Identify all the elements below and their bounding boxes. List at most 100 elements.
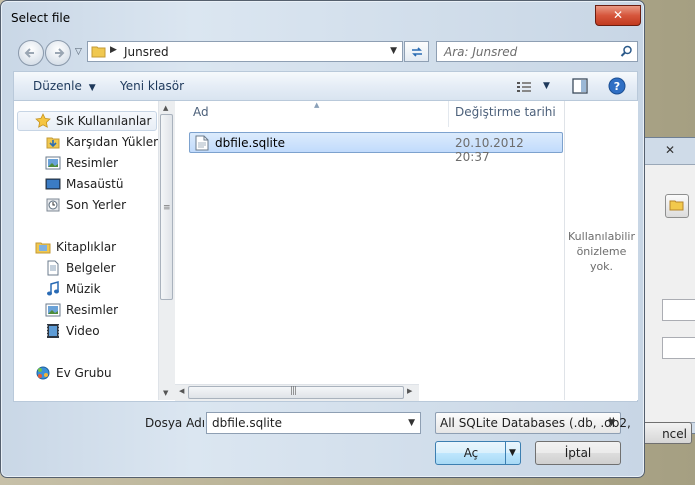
homegroup-icon	[36, 366, 50, 380]
browse-folder-button[interactable]	[665, 194, 689, 218]
address-bar[interactable]: ▶ Junsred ▼	[87, 41, 403, 62]
close-icon: ✕	[612, 8, 624, 22]
sidebar-item-label: Sık Kullanılanlar	[56, 114, 152, 128]
video-icon	[47, 324, 59, 338]
browser-content: Sık Kullanılanlar Karşıdan Yüklem Resiml…	[13, 101, 638, 402]
filename-value[interactable]: dbfile.sqlite	[212, 416, 282, 430]
sidebar-item-homegroup[interactable]: Ev Grubu	[14, 363, 159, 383]
sidebar-item-label: Müzik	[66, 282, 101, 296]
open-button[interactable]: Aç ▼	[435, 441, 521, 465]
view-options-icon[interactable]	[517, 81, 531, 93]
sidebar-item-video[interactable]: Video	[14, 321, 159, 341]
filename-input[interactable]: dbfile.sqlite ▼	[206, 412, 421, 434]
column-header-name[interactable]: Ad	[193, 105, 209, 119]
file-type-value: All SQLite Databases (.db, .db2,	[440, 416, 631, 430]
sidebar-item-music[interactable]: Müzik	[14, 279, 159, 299]
breadcrumb-arrow-icon[interactable]: ▶	[110, 45, 117, 55]
sidebar-item-label: Belgeler	[66, 261, 116, 275]
preview-message-line: Kullanılabilir	[568, 230, 635, 243]
sidebar-item-documents[interactable]: Belgeler	[14, 258, 159, 278]
background-close-icon[interactable]: ✕	[659, 142, 681, 158]
folder-icon	[91, 46, 106, 58]
back-button[interactable]	[18, 40, 44, 66]
pictures-icon	[45, 156, 61, 170]
star-icon	[35, 113, 51, 128]
sort-ascending-icon: ▲	[314, 101, 320, 109]
close-button[interactable]: ✕	[595, 5, 641, 26]
navigation-scrollbar[interactable]: ▲ ≡ ▼	[158, 101, 175, 400]
file-icon	[195, 135, 209, 151]
scroll-grip-icon: ≡	[163, 203, 171, 213]
sidebar-item-library-pictures[interactable]: Resimler	[14, 300, 159, 320]
background-cancel-button[interactable]: ncel	[642, 422, 692, 444]
command-bar: Düzenle ▼ Yeni klasör ▼ ?	[13, 71, 638, 101]
scroll-left-icon[interactable]: ◀	[179, 387, 184, 395]
search-icon[interactable]	[620, 45, 633, 58]
select-file-dialog: Select file ✕ ▽ ▶ Junsred ▼ Ara: Junsred	[0, 0, 645, 478]
sidebar-item-label: Resimler	[66, 303, 119, 317]
scroll-grip-icon: |||	[290, 386, 297, 396]
organize-menu[interactable]: Düzenle ▼	[33, 79, 96, 93]
file-name: dbfile.sqlite	[215, 136, 285, 150]
back-arrow-icon	[24, 48, 34, 58]
file-row[interactable]: dbfile.sqlite 20.10.2012 20:37	[189, 132, 563, 164]
preview-message-line: yok.	[589, 260, 614, 273]
view-dropdown-icon[interactable]: ▼	[543, 81, 550, 91]
breadcrumb-current[interactable]: Junsred	[124, 45, 169, 59]
file-list: ▲ Ad Değiştirme tarihi dbfile.sqlite 20.…	[175, 101, 564, 400]
column-divider[interactable]	[448, 101, 449, 127]
refresh-icon	[412, 47, 422, 57]
open-options-split[interactable]: ▼	[505, 442, 520, 464]
sidebar-item-recent-places[interactable]: Son Yerler	[14, 195, 159, 215]
chevron-down-icon: ▼	[88, 83, 96, 93]
search-box[interactable]: Ara: Junsred	[436, 41, 638, 62]
scroll-up-icon[interactable]: ▲	[163, 104, 168, 112]
sidebar-item-label: Masaüstü	[66, 177, 124, 191]
address-dropdown-icon[interactable]: ▼	[390, 46, 397, 56]
sidebar-item-favorites[interactable]: Sık Kullanılanlar	[14, 111, 159, 131]
file-type-select[interactable]: All SQLite Databases (.db, .db2, ▼	[435, 412, 631, 434]
column-header-modified[interactable]: Değiştirme tarihi	[455, 105, 556, 119]
svg-text:?: ?	[614, 80, 620, 93]
sidebar-item-label: Resimler	[66, 156, 119, 170]
documents-icon	[47, 260, 59, 276]
new-folder-button[interactable]: Yeni klasör	[120, 79, 184, 93]
sidebar-item-desktop[interactable]: Masaüstü	[14, 174, 159, 194]
recent-places-icon	[46, 198, 60, 212]
filename-label: Dosya Adı:	[145, 416, 210, 430]
forward-arrow-icon	[55, 48, 65, 58]
cancel-button[interactable]: İptal	[535, 441, 621, 465]
sidebar-item-downloads[interactable]: Karşıdan Yüklem	[14, 132, 165, 152]
sidebar-item-label: Ev Grubu	[56, 366, 112, 380]
search-input[interactable]: Ara: Junsred	[444, 45, 517, 59]
history-dropdown-icon[interactable]: ▽	[75, 47, 82, 57]
preview-pane-icon[interactable]	[572, 78, 588, 94]
organize-label: Düzenle	[33, 79, 82, 93]
file-list-horizontal-scrollbar[interactable]: ◀ ||| ▶	[175, 384, 419, 401]
sidebar-item-label: Video	[66, 324, 100, 338]
pictures-icon	[45, 303, 61, 317]
background-select-field[interactable]	[662, 337, 695, 359]
sidebar-item-label: Son Yerler	[66, 198, 127, 212]
filename-dropdown-icon[interactable]: ▼	[408, 418, 415, 428]
libraries-icon	[35, 242, 51, 254]
file-modified-date: 20.10.2012 20:37	[455, 136, 524, 164]
preview-message-line: önizleme	[576, 245, 627, 258]
downloads-icon	[46, 137, 60, 149]
forward-button[interactable]	[45, 40, 71, 66]
help-icon[interactable]: ?	[608, 77, 626, 95]
chevron-down-icon: ▼	[509, 448, 516, 458]
sidebar-item-pictures[interactable]: Resimler	[14, 153, 159, 173]
refresh-button[interactable]	[404, 41, 429, 62]
scroll-right-icon[interactable]: ▶	[407, 387, 412, 395]
preview-message: Kullanılabilir önizleme yok.	[565, 229, 638, 274]
sidebar-item-libraries[interactable]: Kitaplıklar	[14, 237, 159, 257]
navigation-pane: Sık Kullanılanlar Karşıdan Yüklem Resiml…	[14, 101, 165, 400]
desktop-icon	[45, 178, 61, 190]
scroll-down-icon[interactable]: ▼	[163, 389, 168, 397]
sidebar-item-label: Kitaplıklar	[56, 240, 117, 254]
chevron-down-icon[interactable]: ▼	[608, 418, 615, 428]
background-input-field[interactable]	[662, 299, 695, 321]
open-button-label: Aç	[463, 446, 479, 460]
music-icon	[47, 281, 59, 296]
